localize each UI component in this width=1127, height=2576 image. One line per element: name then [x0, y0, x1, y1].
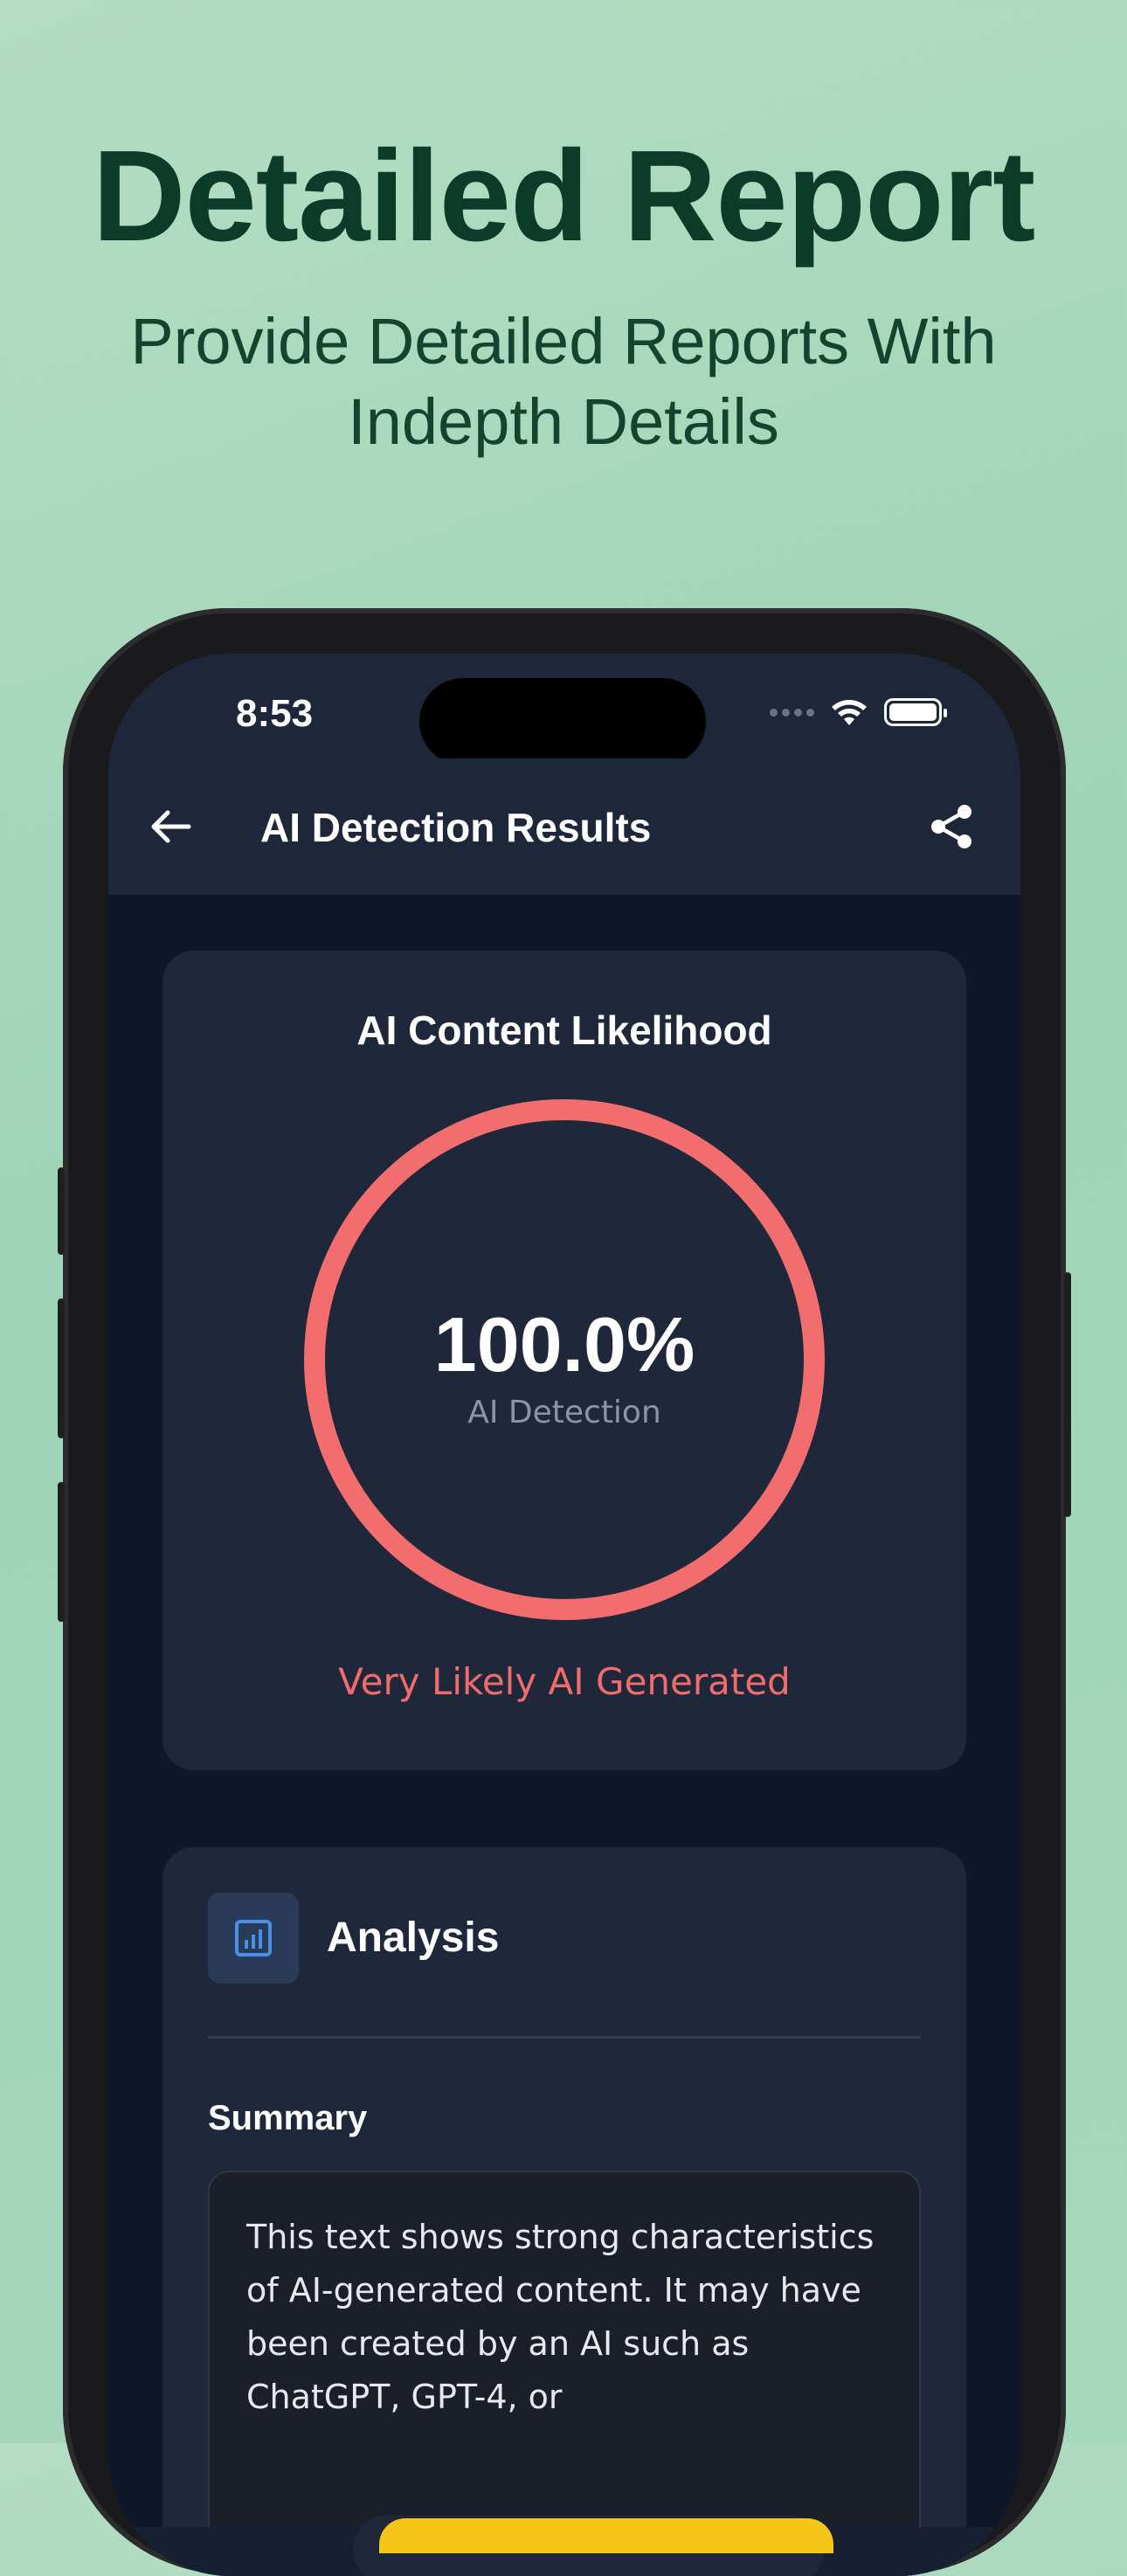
app-bar: AI Detection Results [108, 758, 1020, 895]
likelihood-label: AI Detection [467, 1395, 661, 1430]
phone-frame: 8:53 AI Detection Results AI Content Lik… [58, 608, 1071, 2576]
dynamic-island [419, 678, 706, 765]
signal-dots-icon [770, 708, 814, 717]
arrow-left-icon [151, 810, 191, 843]
volume-up-button [58, 1298, 65, 1438]
bar-chart-icon [208, 1893, 299, 1984]
back-button[interactable] [143, 799, 199, 855]
volume-down-button [58, 1482, 65, 1622]
status-icons [770, 697, 947, 727]
share-icon [931, 805, 971, 848]
share-button[interactable] [923, 797, 982, 856]
phone-screen: 8:53 AI Detection Results AI Content Lik… [108, 654, 1020, 2576]
likelihood-value: 100.0% [433, 1301, 695, 1388]
analysis-title: Analysis [327, 1915, 500, 1961]
bottom-action-button[interactable] [379, 2518, 833, 2553]
promo-subline: Provide Detailed Reports With Indepth De… [130, 305, 997, 458]
likelihood-card: AI Content Likelihood 100.0% AI Detectio… [162, 951, 966, 1770]
analysis-card: Analysis Summary This text shows strong … [162, 1847, 966, 2576]
status-time: 8:53 [236, 692, 314, 735]
likelihood-verdict: Very Likely AI Generated [338, 1660, 791, 1703]
power-button [1064, 1272, 1071, 1517]
promo-headline: Detailed Report [92, 124, 1036, 268]
divider [208, 2036, 921, 2039]
wifi-icon [832, 700, 867, 725]
page-title: AI Detection Results [260, 805, 652, 850]
summary-heading: Summary [208, 2099, 368, 2137]
likelihood-title: AI Content Likelihood [356, 1008, 772, 1053]
battery-icon [884, 698, 947, 726]
status-bar: 8:53 [108, 654, 1020, 765]
action-button [58, 1167, 65, 1255]
